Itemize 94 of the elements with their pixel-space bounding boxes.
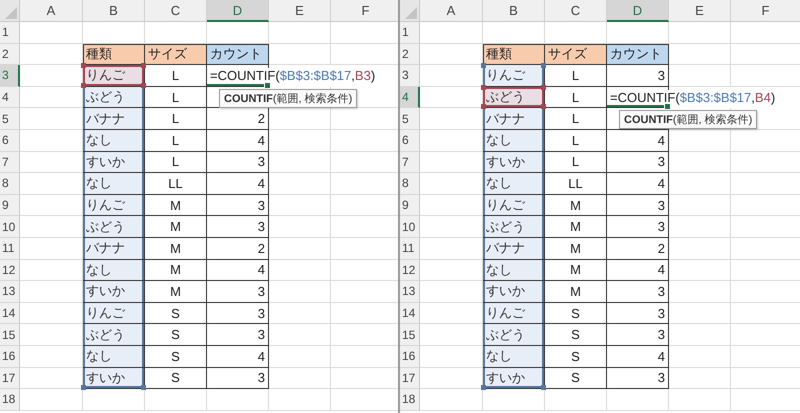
table-cell: 3 xyxy=(207,152,269,174)
column-title-cell: カウント xyxy=(207,44,269,66)
table-cell: バナナ xyxy=(483,238,545,260)
table-cell: L xyxy=(145,86,207,108)
column-title-cell: カウント xyxy=(607,44,669,66)
table-cell: M xyxy=(545,238,607,260)
table-cell: LL xyxy=(545,173,607,195)
table-cell: 4 xyxy=(207,173,269,195)
table-cell: M xyxy=(145,260,207,282)
table-cell: すいか xyxy=(83,152,145,174)
table-cell: すいか xyxy=(483,281,545,303)
column-title-cell: サイズ xyxy=(545,44,607,66)
table-cell: M xyxy=(145,194,207,216)
table-cell: 4 xyxy=(207,130,269,152)
table-cell: 3 xyxy=(607,216,669,238)
table-cell: M xyxy=(545,216,607,238)
function-tooltip: COUNTIF(範囲, 検索条件) xyxy=(619,110,758,130)
table-cell: ぶどう xyxy=(483,86,545,108)
table-cell: 4 xyxy=(207,346,269,368)
table-cell: 3 xyxy=(207,302,269,324)
table-cell: S xyxy=(545,302,607,324)
table-cell: なし xyxy=(83,260,145,282)
table-cell: M xyxy=(545,260,607,282)
table-cell: S xyxy=(145,324,207,346)
table-cell: 4 xyxy=(607,173,669,195)
table-cell: 2 xyxy=(207,238,269,260)
table-cell: S xyxy=(545,346,607,368)
table-cell: 3 xyxy=(607,324,669,346)
table-cell: なし xyxy=(483,346,545,368)
table-cell: りんご xyxy=(83,65,145,87)
table-cell: 3 xyxy=(207,194,269,216)
table-cell: りんご xyxy=(83,194,145,216)
table-cell: ぶどう xyxy=(83,324,145,346)
table-cell: バナナ xyxy=(83,238,145,260)
table-cell: 2 xyxy=(607,238,669,260)
table-cell: L xyxy=(545,108,607,130)
table-cell: L xyxy=(545,86,607,108)
table-cell: M xyxy=(145,281,207,303)
table-cell: M xyxy=(545,194,607,216)
column-title-cell: サイズ xyxy=(145,44,207,66)
table-cell: M xyxy=(145,238,207,260)
column-title-cell: 種類 xyxy=(83,44,145,66)
table-cell: 2 xyxy=(207,108,269,130)
table-cell: S xyxy=(145,302,207,324)
table-cell: S xyxy=(145,368,207,390)
table-cell: りんご xyxy=(483,65,545,87)
table-cell: 3 xyxy=(607,194,669,216)
table-cell: L xyxy=(545,130,607,152)
table-cell: 3 xyxy=(607,302,669,324)
table-cell: ぶどう xyxy=(83,216,145,238)
table-cell: 3 xyxy=(607,65,669,87)
table-cell: なし xyxy=(483,260,545,282)
table-cell: L xyxy=(145,65,207,87)
table-cell: 3 xyxy=(207,216,269,238)
table-cell: L xyxy=(145,108,207,130)
table-cell: 4 xyxy=(607,130,669,152)
table-cell: S xyxy=(545,368,607,390)
table-cell: りんご xyxy=(83,302,145,324)
table-cell: バナナ xyxy=(83,108,145,130)
table-cell: なし xyxy=(483,130,545,152)
table-cell: M xyxy=(145,216,207,238)
table-cell: なし xyxy=(83,130,145,152)
table-cell: なし xyxy=(483,173,545,195)
table-cell: すいか xyxy=(483,368,545,390)
table-cell: 3 xyxy=(207,281,269,303)
table-cell: りんご xyxy=(483,194,545,216)
table-cell: 3 xyxy=(607,281,669,303)
table-cell: M xyxy=(545,281,607,303)
table-cell: ぶどう xyxy=(483,216,545,238)
table-cell: ぶどう xyxy=(483,324,545,346)
table-cell: S xyxy=(545,324,607,346)
table-cell: 3 xyxy=(607,152,669,174)
table-cell: 4 xyxy=(607,260,669,282)
table-cell: LL xyxy=(145,173,207,195)
table-cell: 3 xyxy=(207,324,269,346)
table-cell: 4 xyxy=(207,260,269,282)
table-cell: 3 xyxy=(207,368,269,390)
table-cell: ぶどう xyxy=(83,86,145,108)
table-cell: 4 xyxy=(607,346,669,368)
table-cell: すいか xyxy=(83,281,145,303)
table-cell: なし xyxy=(83,346,145,368)
table-cell: L xyxy=(145,152,207,174)
table-cell: L xyxy=(545,65,607,87)
table-cell: すいか xyxy=(483,152,545,174)
table-cell: L xyxy=(545,152,607,174)
table-cell: すいか xyxy=(83,368,145,390)
table-cell: 3 xyxy=(607,368,669,390)
table-cell: りんご xyxy=(483,302,545,324)
table-cell: なし xyxy=(83,173,145,195)
column-title-cell: 種類 xyxy=(483,44,545,66)
table-cell: S xyxy=(145,346,207,368)
table-cell: L xyxy=(145,130,207,152)
table-cell: バナナ xyxy=(483,108,545,130)
function-tooltip: COUNTIF(範囲, 検索条件) xyxy=(219,88,358,108)
